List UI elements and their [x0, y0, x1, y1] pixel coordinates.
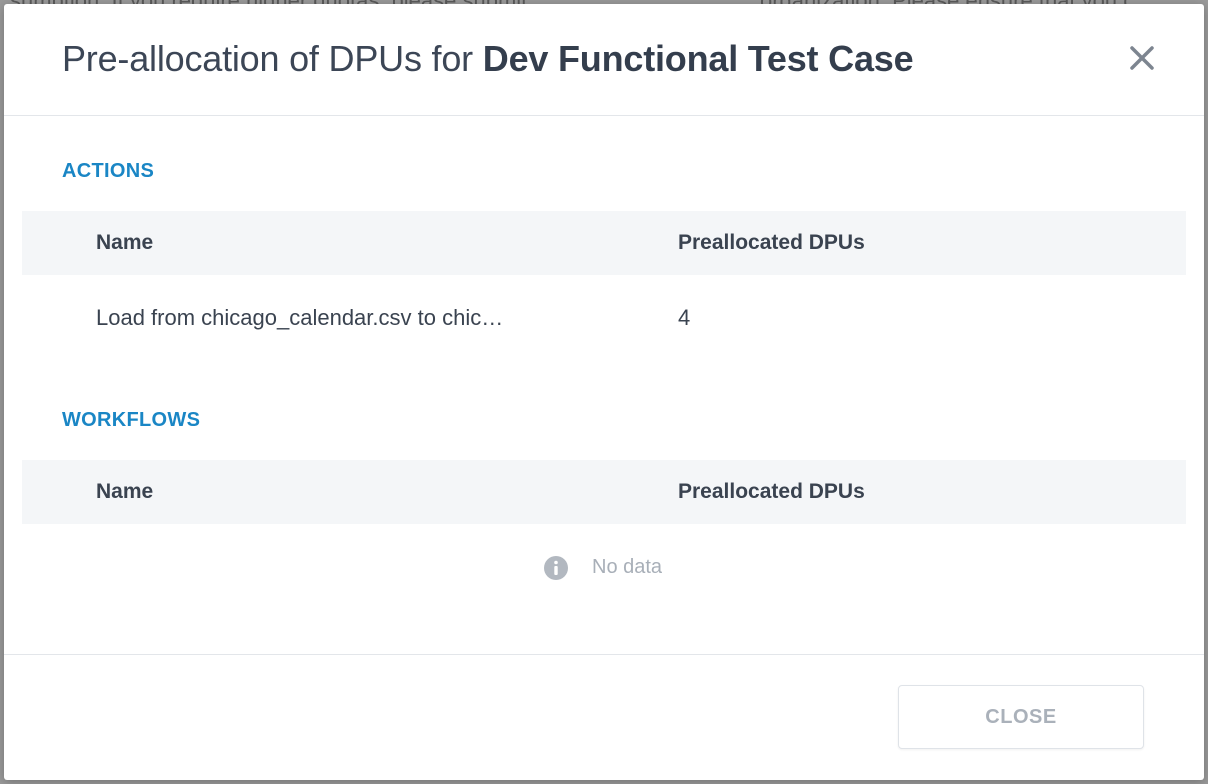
actions-section-label: ACTIONS [62, 160, 155, 182]
table-row[interactable]: Load from chicago_calendar.csv to chic… … [22, 285, 1186, 349]
workflows-table-header: Name Preallocated DPUs [22, 460, 1186, 524]
close-button[interactable]: CLOSE [898, 685, 1144, 749]
workflows-section-label: WORKFLOWS [62, 409, 201, 431]
dialog-title: Pre-allocation of DPUs for Dev Functiona… [62, 38, 914, 80]
actions-table-header: Name Preallocated DPUs [22, 211, 1186, 275]
workflows-empty-state: No data [4, 556, 1204, 596]
dialog-header: Pre-allocation of DPUs for Dev Functiona… [4, 4, 1204, 116]
workflows-column-preallocated-dpus[interactable]: Preallocated DPUs [678, 480, 865, 504]
dialog-title-prefix: Pre-allocation of DPUs for [62, 38, 483, 79]
dialog-footer: CLOSE [4, 654, 1204, 781]
dpu-preallocation-dialog: Pre-allocation of DPUs for Dev Functiona… [4, 4, 1204, 780]
actions-column-preallocated-dpus[interactable]: Preallocated DPUs [678, 231, 865, 255]
action-name-cell: Load from chicago_calendar.csv to chic… [96, 305, 504, 330]
workflows-column-name[interactable]: Name [96, 480, 153, 504]
no-data-text: No data [592, 556, 663, 578]
info-icon [544, 556, 568, 580]
dialog-title-entity: Dev Functional Test Case [482, 38, 914, 79]
close-icon-glyph [1130, 46, 1154, 70]
info-icon-glyph [544, 556, 568, 580]
close-icon[interactable] [1122, 38, 1162, 78]
action-dpus-cell: 4 [678, 305, 691, 330]
actions-column-name[interactable]: Name [96, 231, 153, 255]
